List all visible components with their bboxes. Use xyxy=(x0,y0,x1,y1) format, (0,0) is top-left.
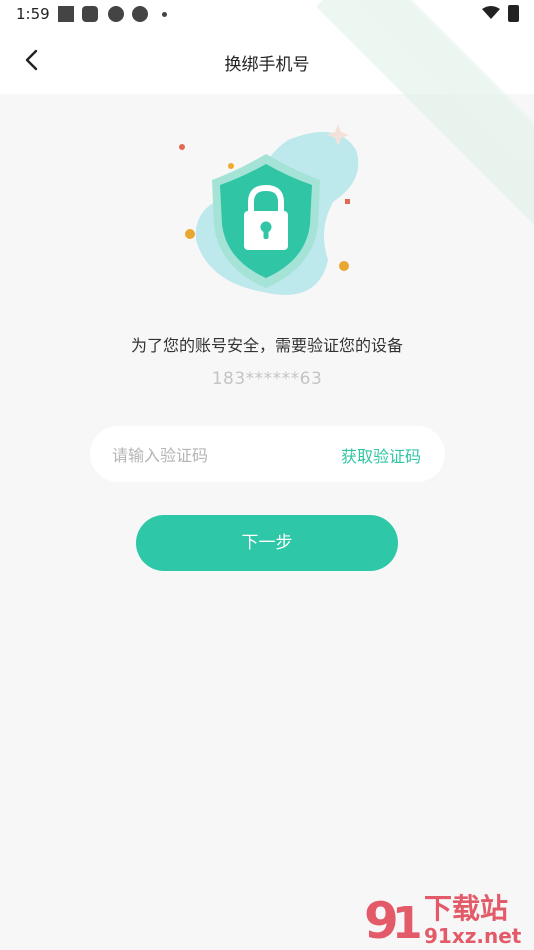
get-code-button[interactable]: 获取验证码 xyxy=(341,443,421,467)
svg-text:91xz.net: 91xz.net xyxy=(424,924,522,948)
security-shield-illustration xyxy=(179,124,359,295)
status-bar: 1:59 xyxy=(0,0,534,28)
verification-prompt: 为了您的账号安全，需要验证您的设备 xyxy=(130,336,403,355)
notification-icon xyxy=(58,6,74,22)
masked-phone-number: 183******63 xyxy=(211,369,323,389)
site-watermark-logo: 9 1 下载站 91xz.net xyxy=(364,892,522,948)
verification-code-input[interactable] xyxy=(110,434,314,476)
svg-text:下载站: 下载站 xyxy=(424,892,508,925)
svg-text:1: 1 xyxy=(392,898,423,948)
battery-icon xyxy=(508,5,519,22)
verification-code-row: 获取验证码 xyxy=(90,426,445,482)
more-notifications-icon xyxy=(162,12,167,17)
wifi-icon xyxy=(482,6,500,19)
notification-icon xyxy=(82,6,98,22)
app-notification-icon xyxy=(132,6,148,22)
status-time: 1:59 xyxy=(16,5,50,23)
app-notification-icon xyxy=(108,6,124,22)
next-step-button[interactable]: 下一步 xyxy=(136,515,398,571)
